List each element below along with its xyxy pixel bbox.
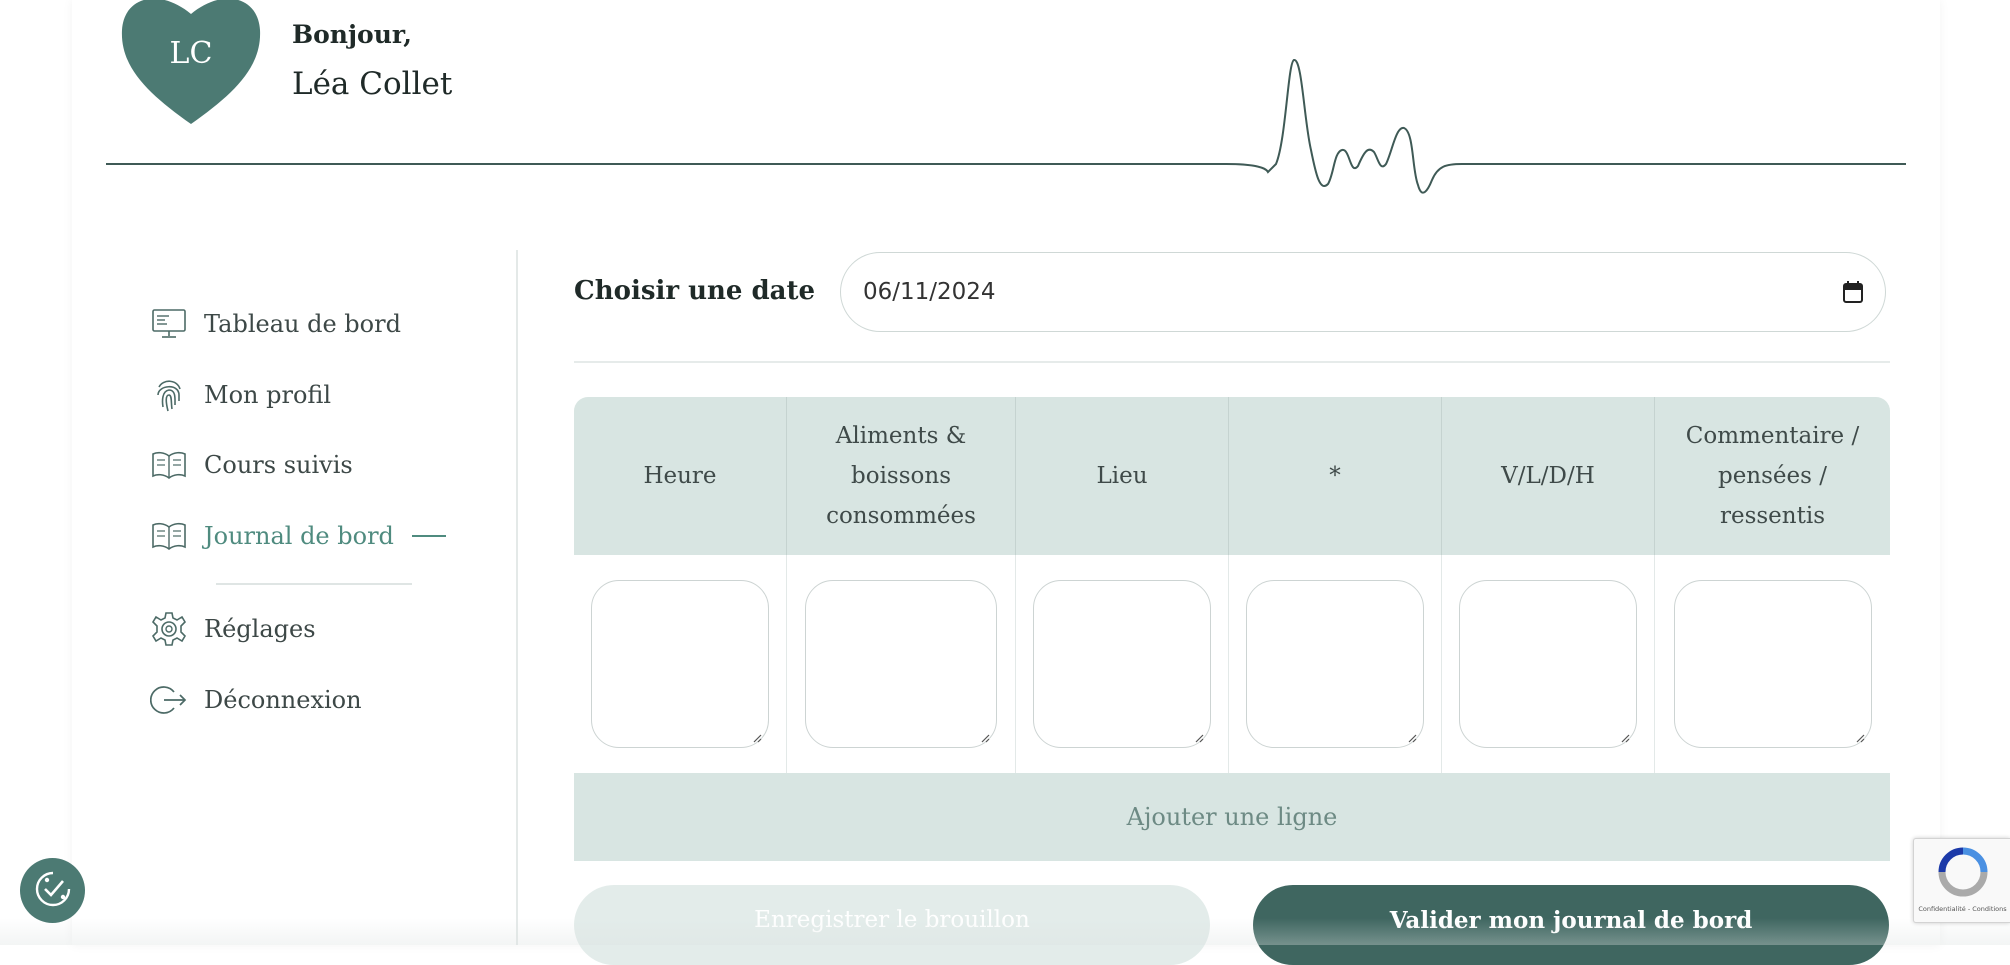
resize-grip-icon[interactable]	[1194, 733, 1204, 743]
logout-icon	[150, 682, 188, 718]
sidebar-item-label: Journal de bord	[204, 522, 394, 550]
table-cell	[1016, 555, 1229, 773]
sidebar-item-label: Déconnexion	[204, 686, 362, 714]
table-cell	[1229, 555, 1442, 773]
heartbeat-line-icon	[106, 58, 1906, 194]
add-row-button[interactable]: Ajouter une ligne	[574, 773, 1890, 861]
sidebar-item-tableau-de-bord[interactable]: Tableau de bord	[150, 304, 401, 344]
sidebar-item-reglages[interactable]: Réglages	[150, 609, 316, 649]
resize-grip-icon[interactable]	[1407, 733, 1417, 743]
sidebar-item-label: Tableau de bord	[204, 310, 401, 338]
aliments-textarea[interactable]	[805, 580, 997, 748]
journal-table: Heure Aliments & boissons consommées Lie…	[574, 397, 1890, 861]
date-label: Choisir une date	[574, 276, 816, 306]
table-cell	[1655, 555, 1890, 773]
date-input[interactable]: 06/11/2024	[840, 252, 1886, 332]
recaptcha-badge[interactable]: Confidentialité - Conditions	[1913, 838, 2010, 923]
accessibility-icon	[33, 869, 73, 913]
lieu-textarea[interactable]	[1033, 580, 1211, 748]
calendar-icon[interactable]	[1843, 281, 1863, 309]
sidebar-divider-vertical	[516, 250, 518, 945]
resize-grip-icon[interactable]	[1620, 733, 1630, 743]
open-book-icon	[150, 447, 188, 483]
heure-textarea[interactable]	[591, 580, 769, 748]
vldh-textarea[interactable]	[1459, 580, 1637, 748]
table-cell	[1442, 555, 1655, 773]
sidebar-item-label: Mon profil	[204, 381, 332, 409]
open-book-icon	[150, 518, 188, 554]
recaptcha-icon	[1938, 847, 1988, 901]
section-divider	[574, 361, 1890, 363]
sidebar-item-mon-profil[interactable]: Mon profil	[150, 375, 331, 415]
active-indicator	[411, 535, 446, 537]
resize-grip-icon[interactable]	[752, 733, 762, 743]
monitor-icon	[150, 306, 188, 342]
validate-journal-button[interactable]: Valider mon journal de bord	[1253, 885, 1889, 965]
sidebar-item-cours-suivis[interactable]: Cours suivis	[150, 445, 353, 485]
sidebar-item-journal-de-bord[interactable]: Journal de bord	[150, 516, 446, 556]
save-draft-button[interactable]: Enregistrer le brouillon	[574, 885, 1210, 965]
table-header: Heure Aliments & boissons consommées Lie…	[574, 397, 1890, 555]
date-value: 06/11/2024	[863, 279, 996, 305]
table-cell	[574, 555, 787, 773]
resize-grip-icon[interactable]	[980, 733, 990, 743]
column-header: Lieu	[1016, 397, 1229, 555]
accessibility-button[interactable]	[20, 858, 85, 923]
sidebar-item-label: Cours suivis	[204, 451, 353, 479]
column-header: *	[1229, 397, 1442, 555]
gear-icon	[150, 611, 188, 647]
recaptcha-links[interactable]: Confidentialité - Conditions	[1914, 905, 2010, 913]
sidebar-item-deconnexion[interactable]: Déconnexion	[150, 680, 362, 720]
column-header: Heure	[574, 397, 787, 555]
column-header: Commentaire / pensées / ressentis	[1685, 423, 1860, 529]
column-header: Aliments & boissons consommées	[787, 397, 1016, 555]
fingerprint-icon	[150, 377, 188, 413]
sidebar-divider	[216, 583, 412, 585]
table-row	[574, 555, 1890, 773]
sidebar-item-label: Réglages	[204, 615, 316, 643]
column-header: V/L/D/H	[1442, 397, 1655, 555]
commentaire-textarea[interactable]	[1673, 580, 1872, 748]
resize-grip-icon[interactable]	[1855, 733, 1865, 743]
asterisk-textarea[interactable]	[1246, 580, 1424, 748]
table-cell	[787, 555, 1016, 773]
